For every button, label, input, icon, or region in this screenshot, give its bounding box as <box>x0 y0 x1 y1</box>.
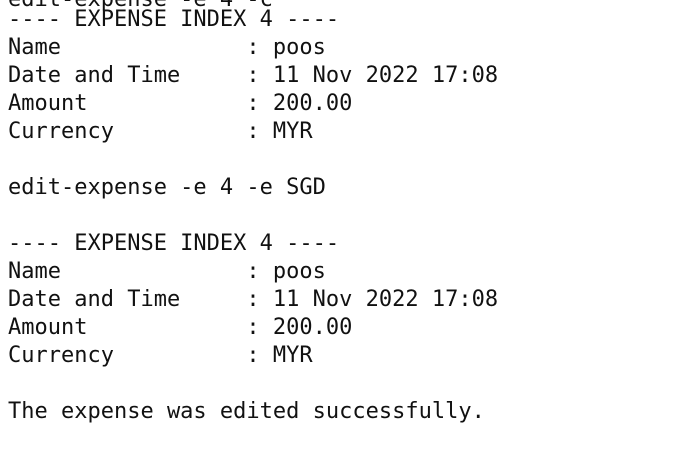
field-value: : MYR <box>246 119 313 144</box>
success-message: The expense was edited successfully. <box>8 399 485 424</box>
field-value: : 200.00 <box>246 91 353 116</box>
expense-currency-row: Currency : MYR <box>8 118 313 146</box>
expense-header: ---- EXPENSE INDEX 4 ---- <box>8 7 340 32</box>
expense-currency-row: Currency : MYR <box>8 342 313 370</box>
expense-amount-row: Amount : 200.00 <box>8 90 352 118</box>
field-label: Date and Time <box>8 63 247 88</box>
field-label: Currency <box>8 343 247 368</box>
expense-amount-row: Amount : 200.00 <box>8 314 352 342</box>
field-label: Name <box>8 259 247 284</box>
field-label: Date and Time <box>8 287 247 312</box>
field-label: Currency <box>8 119 247 144</box>
field-value: : poos <box>246 35 326 60</box>
field-value: : 11 Nov 2022 17:08 <box>246 287 499 312</box>
field-label: Name <box>8 35 247 60</box>
field-label: Amount <box>8 91 247 116</box>
expense-name-row: Name : poos <box>8 34 326 62</box>
field-value: : poos <box>246 259 326 284</box>
expense-datetime-row: Date and Time : 11 Nov 2022 17:08 <box>8 286 498 314</box>
field-value: : 200.00 <box>246 315 353 340</box>
expense-name-row: Name : poos <box>8 258 326 286</box>
expense-datetime-row: Date and Time : 11 Nov 2022 17:08 <box>8 62 498 90</box>
terminal-output: edit-expense -e 4 -c ---- EXPENSE INDEX … <box>0 0 700 452</box>
field-label: Amount <box>8 315 247 340</box>
command-line: edit-expense -e 4 -e SGD <box>8 175 326 200</box>
field-value: : 11 Nov 2022 17:08 <box>246 63 499 88</box>
expense-header: ---- EXPENSE INDEX 4 ---- <box>8 231 340 256</box>
field-value: : MYR <box>246 343 313 368</box>
